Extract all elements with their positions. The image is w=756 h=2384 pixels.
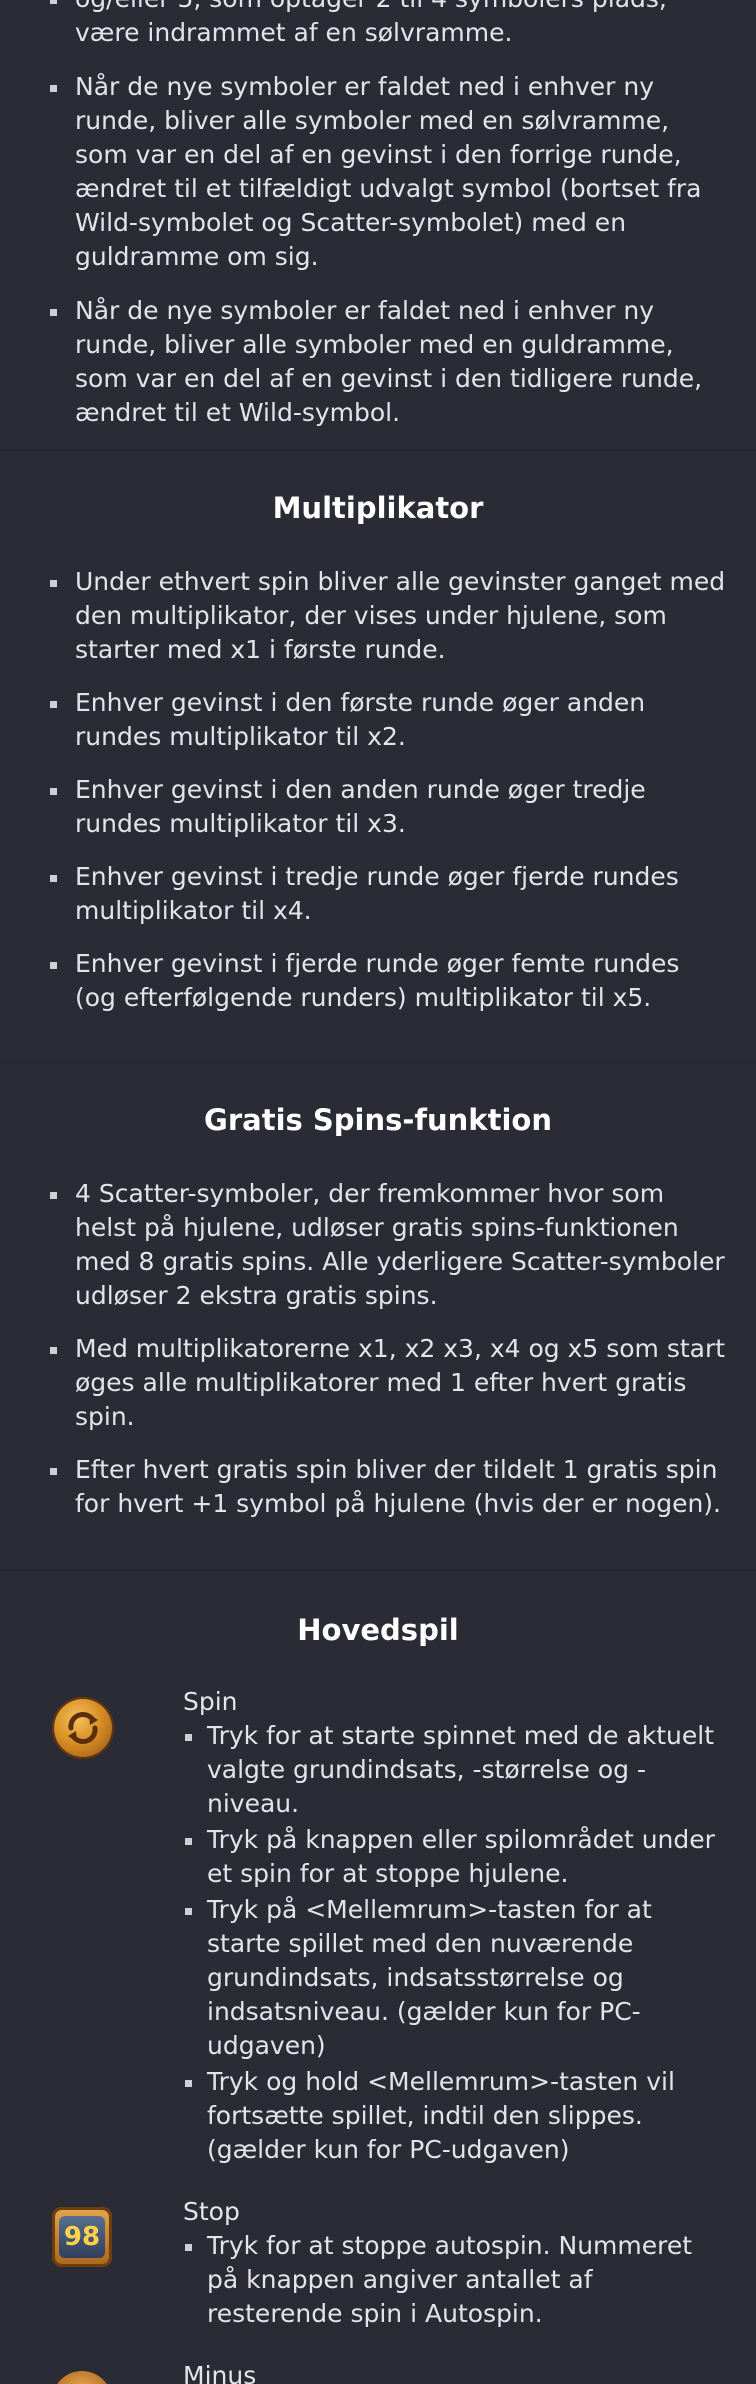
paytable-page: og/eller 5, som optager 2 til 4 symboler… (0, 0, 756, 2384)
item-title: Spin (183, 1687, 238, 1716)
stop-button-description: 98 Stop Tryk for at stoppe autospin. Num… (0, 2195, 756, 2331)
spin-list: Tryk for at starte spinnet med de aktuel… (183, 1719, 726, 2167)
list-item: Når de nye symboler er faldet ned i enhv… (0, 294, 756, 430)
section-title: Multiplikator (272, 491, 484, 525)
stop-icon-wrap: 98 (52, 2207, 114, 2269)
list-item: Enhver gevinst i den anden runde øger tr… (0, 773, 756, 841)
list-item: og/eller 5, som optager 2 til 4 symboler… (0, 0, 756, 50)
list-item: Tryk for at stoppe autospin. Nummeret på… (183, 2229, 726, 2331)
autospin-counter: 98 (59, 2216, 105, 2258)
free-spins-section: Gratis Spins-funktion 4 Scatter-symboler… (0, 1063, 756, 1571)
minus-icon (52, 2371, 112, 2384)
list-item: 4 Scatter-symboler, der fremkommer hvor … (0, 1177, 756, 1313)
spin-icon (52, 1697, 114, 1759)
list-item: Tryk på knappen eller spilområdet under … (183, 1823, 726, 1891)
minus-button-description: Minus (0, 2359, 756, 2384)
section-title: Hovedspil (297, 1613, 459, 1647)
list-item: Efter hvert gratis spin bliver der tilde… (0, 1453, 756, 1521)
free-spins-list: 4 Scatter-symboler, der fremkommer hvor … (0, 1177, 756, 1521)
list-item: Når de nye symboler er faldet ned i enhv… (0, 70, 756, 274)
symbol-frames-list: og/eller 5, som optager 2 til 4 symboler… (0, 0, 756, 430)
spin-icon-wrap (52, 1697, 114, 1759)
autospin-counter-icon: 98 (52, 2207, 112, 2267)
main-game-section: Hovedspil Spin Tryk for at starte spinne… (0, 1571, 756, 2384)
item-title: Stop (183, 2197, 240, 2226)
list-item: Under ethvert spin bliver alle gevinster… (0, 565, 756, 667)
symbol-frames-section: og/eller 5, som optager 2 til 4 symboler… (0, 0, 756, 451)
section-title: Gratis Spins-funktion (204, 1103, 552, 1137)
list-item: Enhver gevinst i tredje runde øger fjerd… (0, 860, 756, 928)
spin-button-description: Spin Tryk for at starte spinnet med de a… (0, 1685, 756, 2167)
list-item: Tryk for at starte spinnet med de aktuel… (183, 1719, 726, 1821)
list-item: Med multiplikatorerne x1, x2 x3, x4 og x… (0, 1332, 756, 1434)
stop-list: Tryk for at stoppe autospin. Nummeret på… (183, 2229, 726, 2331)
item-title: Minus (183, 2361, 257, 2384)
list-item: Tryk og hold <Mellemrum>-tasten vil fort… (183, 2065, 726, 2167)
multiplier-list: Under ethvert spin bliver alle gevinster… (0, 565, 756, 1015)
list-item: Enhver gevinst i den første runde øger a… (0, 686, 756, 754)
list-item: Enhver gevinst i fjerde runde øger femte… (0, 947, 756, 1015)
multiplier-section: Multiplikator Under ethvert spin bliver … (0, 451, 756, 1063)
list-item: Tryk på <Mellemrum>-tasten for at starte… (183, 1893, 726, 2063)
minus-icon-wrap (52, 2371, 114, 2384)
